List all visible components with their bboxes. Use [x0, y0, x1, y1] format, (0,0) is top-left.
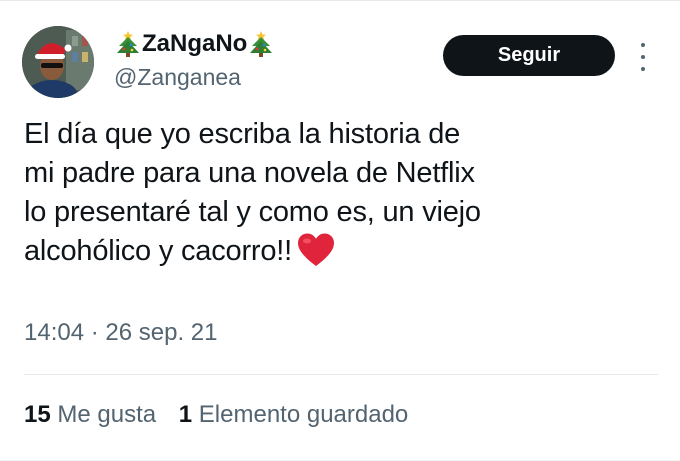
likes-stat[interactable]: 15 Me gusta [24, 400, 156, 430]
top-divider [0, 0, 680, 1]
display-name-row[interactable]: ZaNgaNo [114, 28, 275, 60]
tweet-line: El día que yo escriba la historia de [24, 118, 461, 150]
tweet-line: lo presentaré tal y como es, un viejo [24, 196, 481, 228]
author-block: ZaNgaNo @Zanganea [114, 28, 275, 92]
avatar[interactable] [22, 26, 94, 98]
tweet-timestamp[interactable]: 14:04 · 26 sep. 21 [24, 318, 218, 348]
follow-button[interactable]: Seguir [443, 35, 615, 76]
tweet-date: 26 sep. 21 [105, 319, 218, 346]
user-handle[interactable]: @Zanganea [114, 62, 275, 92]
divider [24, 374, 658, 375]
bookmarks-stat[interactable]: 1 Elemento guardado [179, 400, 409, 430]
likes-count: 15 [24, 401, 51, 428]
more-options-icon[interactable] [636, 43, 650, 71]
engagement-stats: 15 Me gusta 1 Elemento guardado [24, 400, 424, 430]
bookmarks-count: 1 [178, 401, 193, 428]
tweet-line: mi padre para una novela de Netflix [24, 157, 475, 189]
meta-separator: · [90, 319, 99, 346]
red-heart-icon [296, 232, 336, 268]
likes-label: Me gusta [57, 401, 157, 428]
tweet-line: alcohólico y cacorro!! [24, 235, 292, 267]
tweet-text: El día que yo escriba la historia de mi … [24, 115, 644, 271]
christmas-tree-icon [116, 30, 140, 58]
tweet-time: 14:04 [24, 319, 85, 346]
display-name: ZaNgaNo [142, 30, 248, 57]
christmas-tree-icon [249, 30, 273, 58]
tweet-line-last: alcohólico y cacorro!! [24, 232, 644, 271]
bookmarks-label: Elemento guardado [198, 401, 409, 428]
